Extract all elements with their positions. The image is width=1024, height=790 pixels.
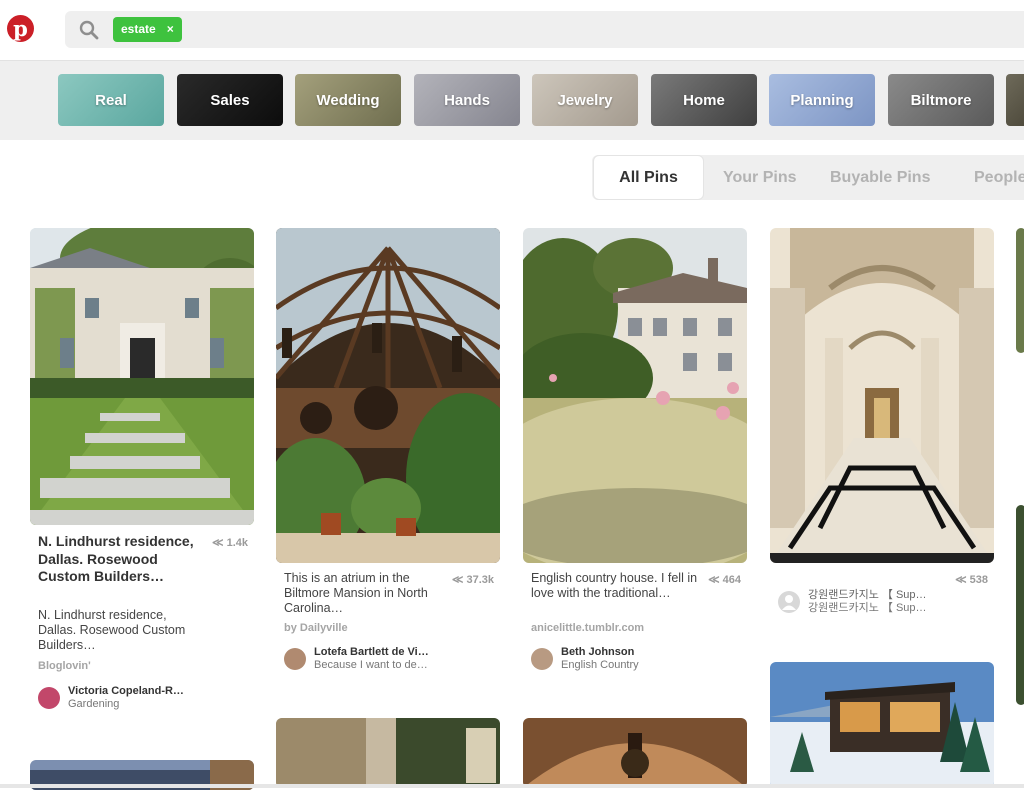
- search-bar[interactable]: estate ×: [65, 11, 1024, 48]
- search-icon: [79, 20, 99, 40]
- remove-token-icon[interactable]: ×: [167, 17, 174, 42]
- pin-image-atrium[interactable]: [276, 228, 500, 563]
- pin-image-marble-hallway[interactable]: [770, 228, 994, 563]
- tab-all-pins[interactable]: All Pins: [593, 155, 704, 200]
- save-count: ≪ 538: [955, 574, 988, 586]
- search-token-chip[interactable]: estate ×: [113, 17, 182, 42]
- guided-search-bar: Real Sales Wedding Hands Jewelry Home Pl…: [0, 60, 1024, 140]
- header: p estate ×: [0, 0, 1024, 60]
- pin-filter-tabs: All Pins Your Pins Buyable Pins People: [592, 155, 1024, 200]
- pinner-name[interactable]: 강원랜드카지노 【 Sup…: [808, 589, 927, 602]
- pinner-attribution[interactable]: Lotefa Bartlett de Vi… Because I want to…: [284, 646, 429, 672]
- pin-image-mansion-garden[interactable]: [30, 228, 254, 525]
- pin-image-country-house[interactable]: [523, 228, 747, 563]
- pinner-attribution[interactable]: Beth Johnson English Country: [531, 646, 639, 672]
- tab-buyable-pins[interactable]: Buyable Pins: [830, 155, 930, 200]
- pin-image-partial[interactable]: [276, 718, 500, 788]
- pinner-name[interactable]: Beth Johnson: [561, 646, 639, 659]
- pinner-board[interactable]: 강원랜드카지노 【 Sup…: [808, 602, 927, 615]
- pin-description: English country house. I fell in love wi…: [531, 571, 698, 600]
- pinner-attribution[interactable]: 강원랜드카지노 【 Sup… 강원랜드카지노 【 Sup…: [778, 589, 927, 615]
- pin-image-winter-house[interactable]: [770, 662, 994, 788]
- guide-hands[interactable]: Hands: [414, 74, 520, 126]
- pin-domain[interactable]: anicelittle.tumblr.com: [531, 622, 644, 634]
- pinner-board[interactable]: English Country: [561, 659, 639, 672]
- tab-people[interactable]: People: [974, 155, 1024, 200]
- save-count: ≪ 1.4k: [212, 537, 248, 549]
- guide-real[interactable]: Real: [58, 74, 164, 126]
- tab-your-pins[interactable]: Your Pins: [723, 155, 797, 200]
- pinner-name[interactable]: Lotefa Bartlett de Vi…: [314, 646, 429, 659]
- pin-image-partial[interactable]: [1016, 505, 1024, 705]
- pin-domain[interactable]: by Dailyville: [284, 622, 348, 634]
- pin-card[interactable]: ≪ 1.4k N. Lindhurst residence, Dallas. R…: [30, 228, 254, 711]
- guide-home[interactable]: Home: [651, 74, 757, 126]
- guide-jewelry[interactable]: Jewelry: [532, 74, 638, 126]
- pin-title: N. Lindhurst residence, Dallas. Rosewood…: [38, 533, 194, 584]
- pin-card[interactable]: ≪ 538 강원랜드카지노 【 Sup… 강원랜드카지노 【 Sup…: [770, 228, 994, 628]
- pin-description: This is an atrium in the Biltmore Mansio…: [284, 571, 428, 615]
- pinterest-logo-icon[interactable]: p: [7, 15, 34, 42]
- avatar[interactable]: [531, 648, 553, 670]
- pin-card[interactable]: ≪ 464 English country house. I fell in l…: [523, 228, 747, 678]
- avatar[interactable]: [38, 687, 60, 709]
- default-user-icon: [782, 595, 796, 610]
- pin-image-partial[interactable]: [1016, 228, 1024, 353]
- pin-domain[interactable]: Bloglovin': [38, 660, 91, 672]
- guide-planning[interactable]: Planning: [769, 74, 875, 126]
- bottom-edge: [0, 784, 1024, 788]
- pin-card[interactable]: ≪ 37.3k This is an atrium in the Biltmor…: [276, 228, 500, 678]
- guide-biltmore[interactable]: Biltmore: [888, 74, 994, 126]
- save-count: ≪ 37.3k: [451, 574, 494, 586]
- pinner-attribution[interactable]: Victoria Copeland-R… Gardening: [38, 685, 184, 711]
- pin-description: N. Lindhurst residence, Dallas. Rosewood…: [38, 608, 186, 652]
- avatar[interactable]: [284, 648, 306, 670]
- pinner-name[interactable]: Victoria Copeland-R…: [68, 685, 184, 698]
- guide-wedding[interactable]: Wedding: [295, 74, 401, 126]
- avatar[interactable]: [778, 591, 800, 613]
- save-count: ≪ 464: [708, 574, 741, 586]
- guide-next-partial[interactable]: [1006, 74, 1024, 126]
- pinner-board[interactable]: Because I want to de…: [314, 659, 429, 672]
- pinner-board[interactable]: Gardening: [68, 698, 184, 711]
- guide-sales[interactable]: Sales: [177, 74, 283, 126]
- pin-image-partial[interactable]: [523, 718, 747, 788]
- search-token-label: estate: [121, 22, 156, 36]
